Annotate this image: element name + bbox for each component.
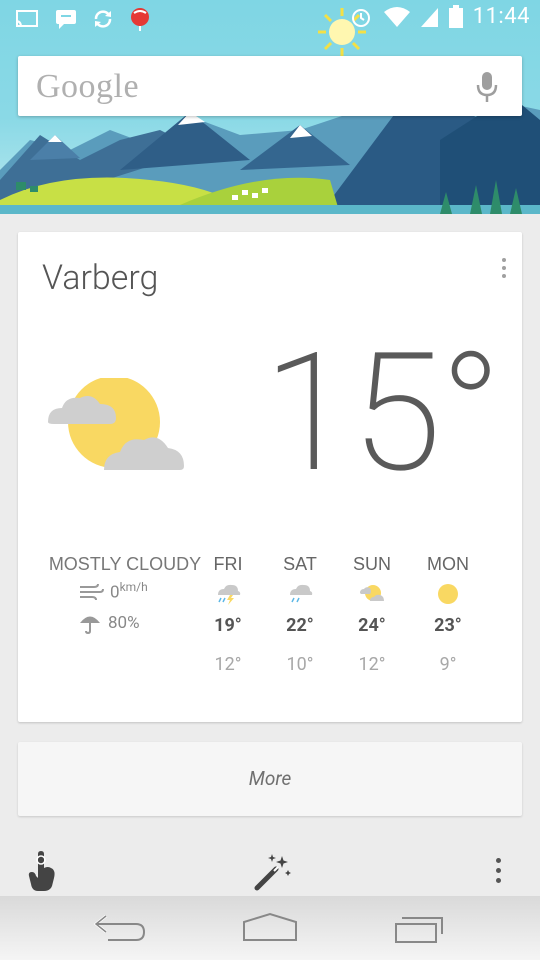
search-box[interactable]: Google <box>18 56 522 116</box>
forecast-high: 24° <box>358 615 386 636</box>
balloon-icon <box>131 8 149 31</box>
home-icon[interactable] <box>240 912 300 942</box>
mic-icon[interactable] <box>474 70 500 104</box>
back-icon[interactable] <box>92 912 148 946</box>
bottom-toolbar <box>0 840 540 900</box>
forecast-high: 19° <box>214 615 242 636</box>
mostly-cloudy-icon <box>48 378 184 470</box>
weather-card[interactable]: Varberg 15° MOSTLY CLOUDY 0km/h 80% FRI <box>18 232 522 722</box>
precipitation-value: 80% <box>108 613 140 633</box>
forecast-low: 9° <box>439 654 457 675</box>
forecast-day-label: SAT <box>283 554 317 574</box>
condition-text: MOSTLY CLOUDY <box>48 554 202 574</box>
forecast-high: 22° <box>286 615 314 636</box>
alarm-icon <box>351 8 370 27</box>
forecast-day-label: FRI <box>213 554 243 574</box>
precipitation-detail: 80% <box>78 612 140 634</box>
overflow-menu-icon[interactable] <box>496 858 502 888</box>
sun-icon <box>438 584 458 604</box>
card-menu-icon[interactable] <box>500 258 508 282</box>
cast-icon <box>15 10 38 28</box>
wind-icon <box>80 584 104 601</box>
forecast-day-label: SUN <box>352 554 391 574</box>
navigation-bar <box>0 896 540 960</box>
rain-cloud-icon <box>290 584 313 603</box>
wind-detail: 0km/h <box>78 580 148 603</box>
forecast-day: MON 23° 9° <box>418 554 478 675</box>
forecast-low: 12° <box>358 654 386 675</box>
google-logo: Google <box>36 68 140 105</box>
partly-cloudy-icon <box>360 585 384 601</box>
signal-icon <box>420 7 438 27</box>
more-button[interactable]: More <box>18 742 522 816</box>
wind-value: 0 <box>110 582 120 603</box>
sync-icon <box>94 10 112 28</box>
clock: 11:44 <box>472 4 530 29</box>
forecast-high: 23° <box>434 615 462 636</box>
hangouts-icon <box>56 10 76 29</box>
forecast-low: 10° <box>286 654 314 675</box>
forecast-day-label: MON <box>427 554 469 574</box>
wind-unit: km/h <box>119 580 148 594</box>
wifi-icon <box>383 6 410 27</box>
magic-wand-icon[interactable] <box>252 852 292 892</box>
recent-apps-icon[interactable] <box>392 912 448 944</box>
city-name: Varberg <box>42 258 159 298</box>
rain-thunder-icon <box>218 584 241 605</box>
reminder-finger-icon[interactable] <box>26 850 58 892</box>
battery-icon <box>448 4 463 28</box>
forecast-day: SAT 22° 10° <box>270 554 330 675</box>
umbrella-icon <box>80 616 100 634</box>
forecast-low: 12° <box>214 654 242 675</box>
status-bar: 11:44 <box>0 0 540 38</box>
forecast-day: FRI 19° 12° <box>198 554 258 675</box>
current-temperature: 15° <box>263 318 502 510</box>
forecast-day: SUN 24° 12° <box>342 554 402 675</box>
